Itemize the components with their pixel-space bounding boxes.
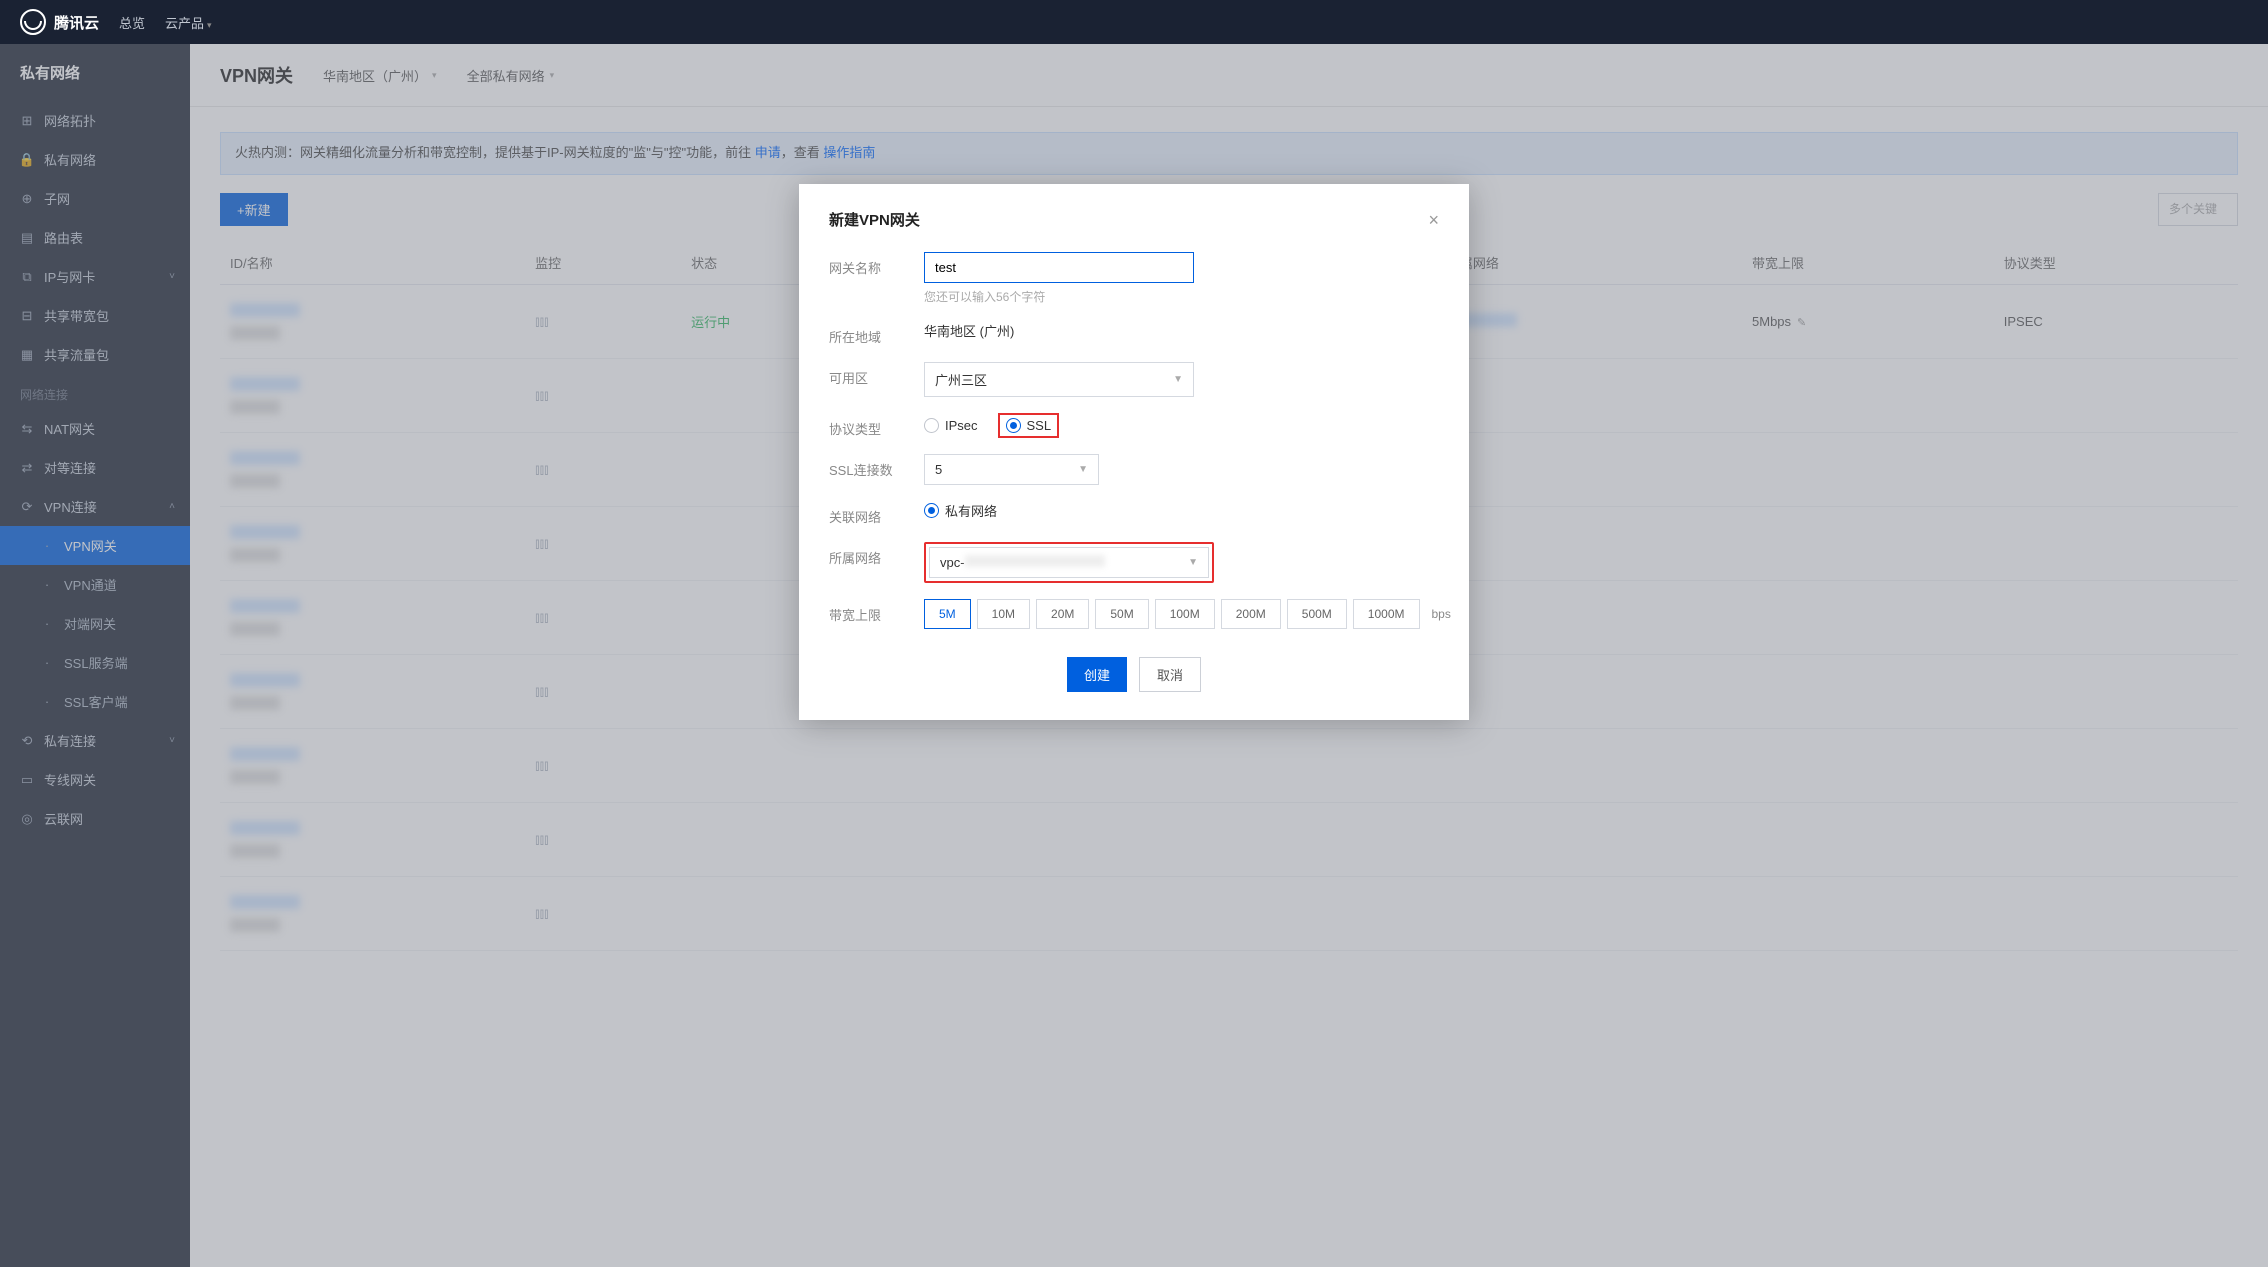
protocol-ipsec-radio[interactable]: IPsec (924, 418, 978, 433)
bandwidth-option[interactable]: 500M (1287, 599, 1347, 629)
bandwidth-option[interactable]: 5M (924, 599, 971, 629)
vpc-value-redacted (965, 555, 1105, 567)
assoc-network-vpc-radio[interactable]: 私有网络 (924, 501, 1439, 520)
region-value: 华南地区 (广州) (924, 321, 1439, 340)
create-button[interactable]: 创建 (1067, 657, 1127, 692)
bandwidth-option[interactable]: 50M (1095, 599, 1148, 629)
brand-name: 腾讯云 (54, 12, 99, 33)
label-protocol: 协议类型 (829, 413, 924, 438)
bandwidth-option[interactable]: 10M (977, 599, 1030, 629)
highlight-protocol: SSL (998, 413, 1060, 438)
vpc-select[interactable]: vpc- ▼ (929, 547, 1209, 578)
ssl-connections-select[interactable]: 5 ▼ (924, 454, 1099, 485)
chevron-down-icon: ▼ (1188, 557, 1198, 568)
modal-overlay: 新建VPN网关 × 网关名称 您还可以输入56个字符 所在地域 华南地区 (广州… (0, 44, 2268, 1267)
nav-products[interactable]: 云产品 (165, 13, 212, 32)
label-gateway-name: 网关名称 (829, 252, 924, 277)
label-ssl-connections: SSL连接数 (829, 454, 924, 479)
radio-on-icon (924, 503, 939, 518)
highlight-vpc: vpc- ▼ (924, 542, 1214, 583)
label-bandwidth: 带宽上限 (829, 599, 924, 624)
protocol-ssl-radio[interactable]: SSL (1006, 418, 1052, 433)
dialog-title: 新建VPN网关 (829, 209, 920, 230)
radio-off-icon (924, 418, 939, 433)
chevron-down-icon: ▼ (1078, 464, 1088, 475)
brand-logo[interactable]: 腾讯云 (20, 9, 99, 35)
label-vpc: 所属网络 (829, 542, 924, 567)
label-region: 所在地域 (829, 321, 924, 346)
cancel-button[interactable]: 取消 (1139, 657, 1201, 692)
label-assoc-network: 关联网络 (829, 501, 924, 526)
top-nav: 腾讯云 总览 云产品 (0, 0, 2268, 44)
gateway-name-input[interactable] (924, 252, 1194, 283)
bandwidth-option[interactable]: 200M (1221, 599, 1281, 629)
zone-select[interactable]: 广州三区 ▼ (924, 362, 1194, 397)
bandwidth-option[interactable]: 20M (1036, 599, 1089, 629)
name-hint: 您还可以输入56个字符 (924, 288, 1439, 305)
create-vpn-dialog: 新建VPN网关 × 网关名称 您还可以输入56个字符 所在地域 华南地区 (广州… (799, 184, 1469, 720)
label-zone: 可用区 (829, 362, 924, 387)
bandwidth-option[interactable]: 1000M (1353, 599, 1420, 629)
bandwidth-unit: bps (1432, 607, 1451, 621)
radio-on-icon (1006, 418, 1021, 433)
bandwidth-option[interactable]: 100M (1155, 599, 1215, 629)
nav-overview[interactable]: 总览 (119, 13, 145, 32)
chevron-down-icon: ▼ (1173, 374, 1183, 385)
close-icon[interactable]: × (1428, 211, 1439, 229)
cloud-logo-icon (20, 9, 46, 35)
